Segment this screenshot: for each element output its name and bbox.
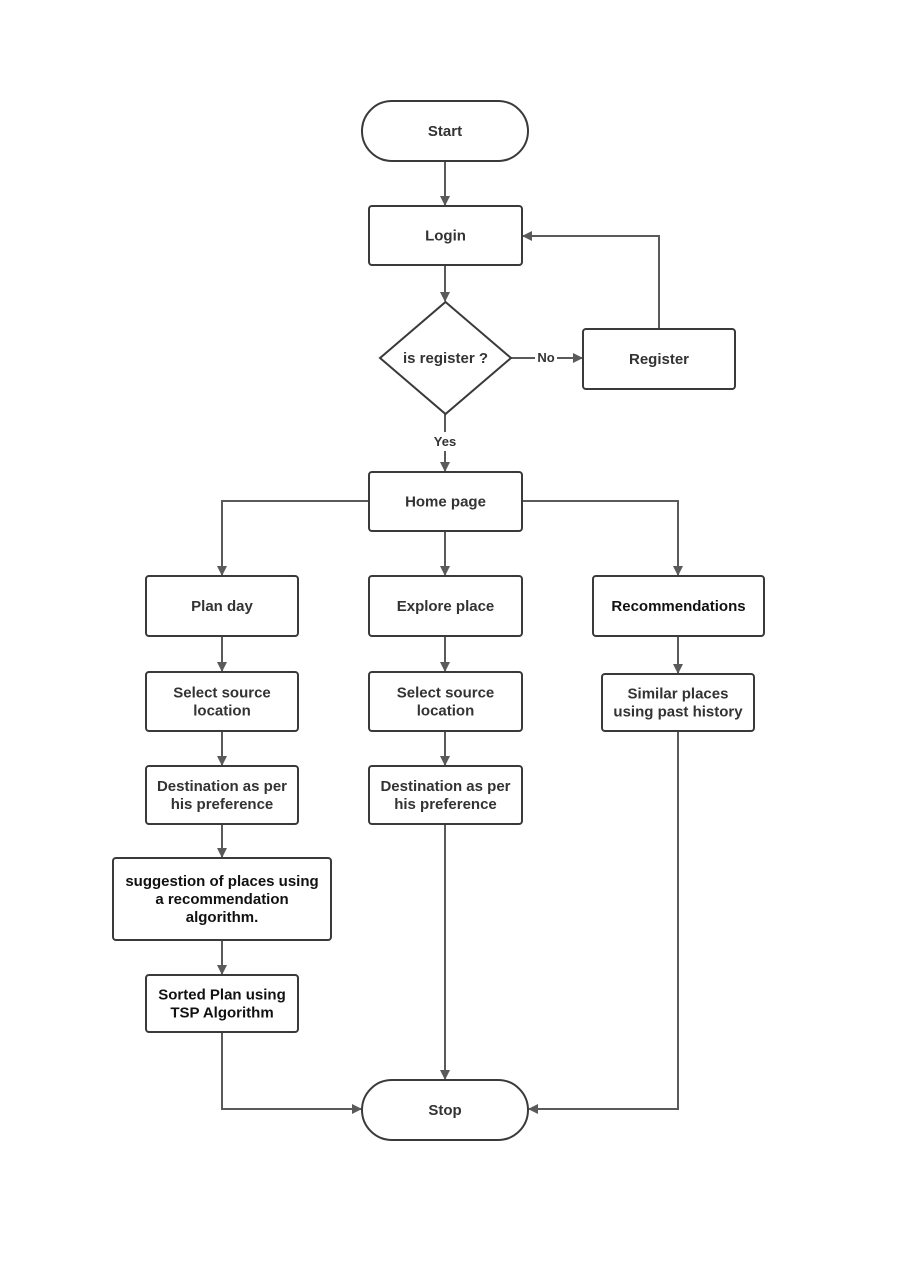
- node-plan-select-source: Select sourcelocation: [145, 671, 299, 732]
- edge-similar-places-to-stop: [528, 731, 679, 1114]
- node-label: Select source: [173, 685, 271, 702]
- node-label: Destination as per: [157, 778, 287, 795]
- node-label: suggestion of places using: [125, 873, 318, 890]
- node-label: Register: [629, 351, 689, 368]
- node-label: Select source: [397, 685, 495, 702]
- node-similar-places: Similar placesusing past history: [601, 673, 755, 732]
- node-stop: Stop: [361, 1079, 529, 1141]
- node-label: Explore place: [397, 598, 495, 615]
- node-recommendations: Recommendations: [592, 575, 765, 637]
- node-label: location: [417, 703, 475, 720]
- node-start: Start: [361, 100, 529, 162]
- flowchart: Start Login is register ? Register Home page…: [112, 100, 765, 1141]
- node-label: Home page: [405, 494, 486, 511]
- node-label: Start: [428, 123, 462, 140]
- node-label: Destination as per: [380, 778, 510, 795]
- edge-label-no: No: [537, 350, 554, 365]
- edge-label-yes: Yes: [434, 434, 456, 449]
- edge-home-to-plan-day: [217, 500, 369, 576]
- node-explore-select-source: Select sourcelocation: [368, 671, 523, 732]
- node-label: TSP Algorithm: [170, 1005, 273, 1022]
- edge-home-to-recommendations: [522, 500, 683, 576]
- node-label: Plan day: [191, 598, 253, 615]
- node-label: location: [193, 703, 251, 720]
- node-login: Login: [368, 205, 523, 266]
- node-label: Login: [425, 228, 466, 245]
- process-shape: [145, 974, 299, 1033]
- node-label: using past history: [613, 704, 743, 721]
- node-sorted-plan: Sorted Plan usingTSP Algorithm: [145, 974, 299, 1033]
- node-register: Register: [582, 328, 736, 390]
- node-label: Sorted Plan using: [158, 987, 286, 1004]
- node-is-register: is register ?: [378, 300, 513, 416]
- node-plan-destination: Destination as perhis preference: [145, 765, 299, 825]
- edge-sorted-plan-to-stop: [221, 1032, 362, 1114]
- node-explore-destination: Destination as perhis preference: [368, 765, 523, 825]
- node-label: his preference: [394, 796, 497, 813]
- node-label: Recommendations: [611, 598, 745, 615]
- node-label: his preference: [171, 796, 274, 813]
- node-label: a recommendation: [155, 891, 288, 908]
- node-explore-place: Explore place: [368, 575, 523, 637]
- node-home: Home page: [368, 471, 523, 532]
- process-shape: [368, 765, 523, 825]
- nodes: Start Login is register ? Register Home page…: [112, 100, 765, 1141]
- edge-register-to-login: [522, 231, 660, 329]
- process-shape: [601, 673, 755, 732]
- node-label: Stop: [428, 1102, 461, 1119]
- node-label: Similar places: [628, 686, 729, 703]
- node-label: algorithm.: [186, 909, 259, 926]
- node-label: is register ?: [403, 350, 488, 367]
- node-suggestion: suggestion of places usinga recommendati…: [112, 857, 332, 941]
- process-shape: [368, 671, 523, 732]
- process-shape: [145, 671, 299, 732]
- node-plan-day: Plan day: [145, 575, 299, 637]
- process-shape: [145, 765, 299, 825]
